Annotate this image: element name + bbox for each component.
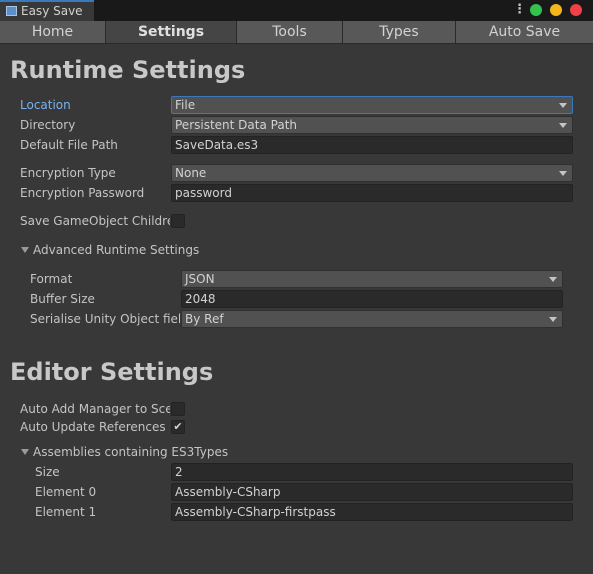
auto-update-references-checkbox[interactable]: ✔ — [171, 420, 185, 434]
encryption-type-label: Encryption Type — [20, 166, 116, 180]
location-value: File — [175, 98, 196, 112]
tab-home[interactable]: Home — [0, 21, 106, 44]
element-1-input[interactable]: Assembly-CSharp-firstpass — [171, 503, 573, 521]
format-dropdown[interactable]: JSON — [181, 270, 563, 288]
serialise-unity-label: Serialise Unity Object fields — [30, 312, 180, 326]
tab-settings[interactable]: Settings — [106, 21, 237, 44]
maximize-button[interactable] — [530, 4, 542, 16]
format-label: Format — [30, 272, 73, 286]
editor-settings-heading: Editor Settings — [10, 358, 214, 386]
encryption-type-dropdown[interactable]: None — [171, 164, 573, 182]
encryption-password-label: Encryption Password — [20, 186, 145, 200]
window-title: Easy Save — [21, 4, 83, 18]
assemblies-label: Assemblies containing ES3Types — [33, 445, 229, 459]
dropdown-arrow-icon — [549, 277, 557, 282]
dropdown-arrow-icon — [549, 317, 557, 322]
serialise-unity-dropdown[interactable]: By Ref — [181, 310, 563, 328]
default-file-path-label: Default File Path — [20, 138, 118, 152]
assemblies-size-input[interactable]: 2 — [171, 463, 573, 481]
assemblies-foldout[interactable]: Assemblies containing ES3Types — [21, 445, 228, 459]
dropdown-arrow-icon — [559, 103, 567, 108]
directory-label: Directory — [20, 118, 76, 132]
element-1-label: Element 1 — [35, 505, 97, 519]
save-children-checkbox[interactable] — [171, 214, 185, 228]
foldout-arrow-icon — [21, 247, 29, 253]
foldout-arrow-icon — [21, 449, 29, 455]
assemblies-size-label: Size — [35, 465, 60, 479]
encryption-password-input[interactable]: password — [171, 184, 573, 202]
advanced-runtime-foldout[interactable]: Advanced Runtime Settings — [21, 243, 199, 257]
location-dropdown[interactable]: File — [171, 96, 573, 114]
directory-dropdown[interactable]: Persistent Data Path — [171, 116, 573, 134]
serialise-unity-value: By Ref — [185, 312, 224, 326]
buffer-size-input[interactable]: 2048 — [181, 290, 563, 308]
auto-add-manager-label: Auto Add Manager to Scene — [20, 402, 170, 416]
title-bar: Easy Save ⋮ — [0, 0, 593, 21]
buffer-size-label: Buffer Size — [30, 292, 95, 306]
checkmark-icon: ✔ — [173, 420, 183, 433]
format-value: JSON — [185, 272, 215, 286]
auto-add-manager-checkbox[interactable] — [171, 402, 185, 416]
more-options-icon[interactable]: ⋮ — [513, 2, 526, 17]
tab-bar: Home Settings Tools Types Auto Save — [0, 21, 593, 44]
auto-update-references-label: Auto Update References — [20, 420, 166, 434]
directory-value: Persistent Data Path — [175, 118, 298, 132]
window-icon — [6, 6, 17, 16]
tab-auto-save[interactable]: Auto Save — [456, 21, 593, 44]
minimize-button[interactable] — [550, 4, 562, 16]
default-file-path-input[interactable]: SaveData.es3 — [171, 136, 573, 154]
dropdown-arrow-icon — [559, 123, 567, 128]
runtime-settings-heading: Runtime Settings — [10, 56, 246, 84]
dropdown-arrow-icon — [559, 171, 567, 176]
tab-types[interactable]: Types — [343, 21, 456, 44]
element-0-input[interactable]: Assembly-CSharp — [171, 483, 573, 501]
location-label: Location — [20, 98, 71, 112]
tab-tools[interactable]: Tools — [237, 21, 343, 44]
element-0-label: Element 0 — [35, 485, 97, 499]
save-children-label: Save GameObject Children — [20, 214, 170, 228]
advanced-runtime-label: Advanced Runtime Settings — [33, 243, 200, 257]
close-button[interactable] — [570, 4, 582, 16]
encryption-type-value: None — [175, 166, 207, 180]
window-tab[interactable]: Easy Save — [0, 0, 94, 21]
